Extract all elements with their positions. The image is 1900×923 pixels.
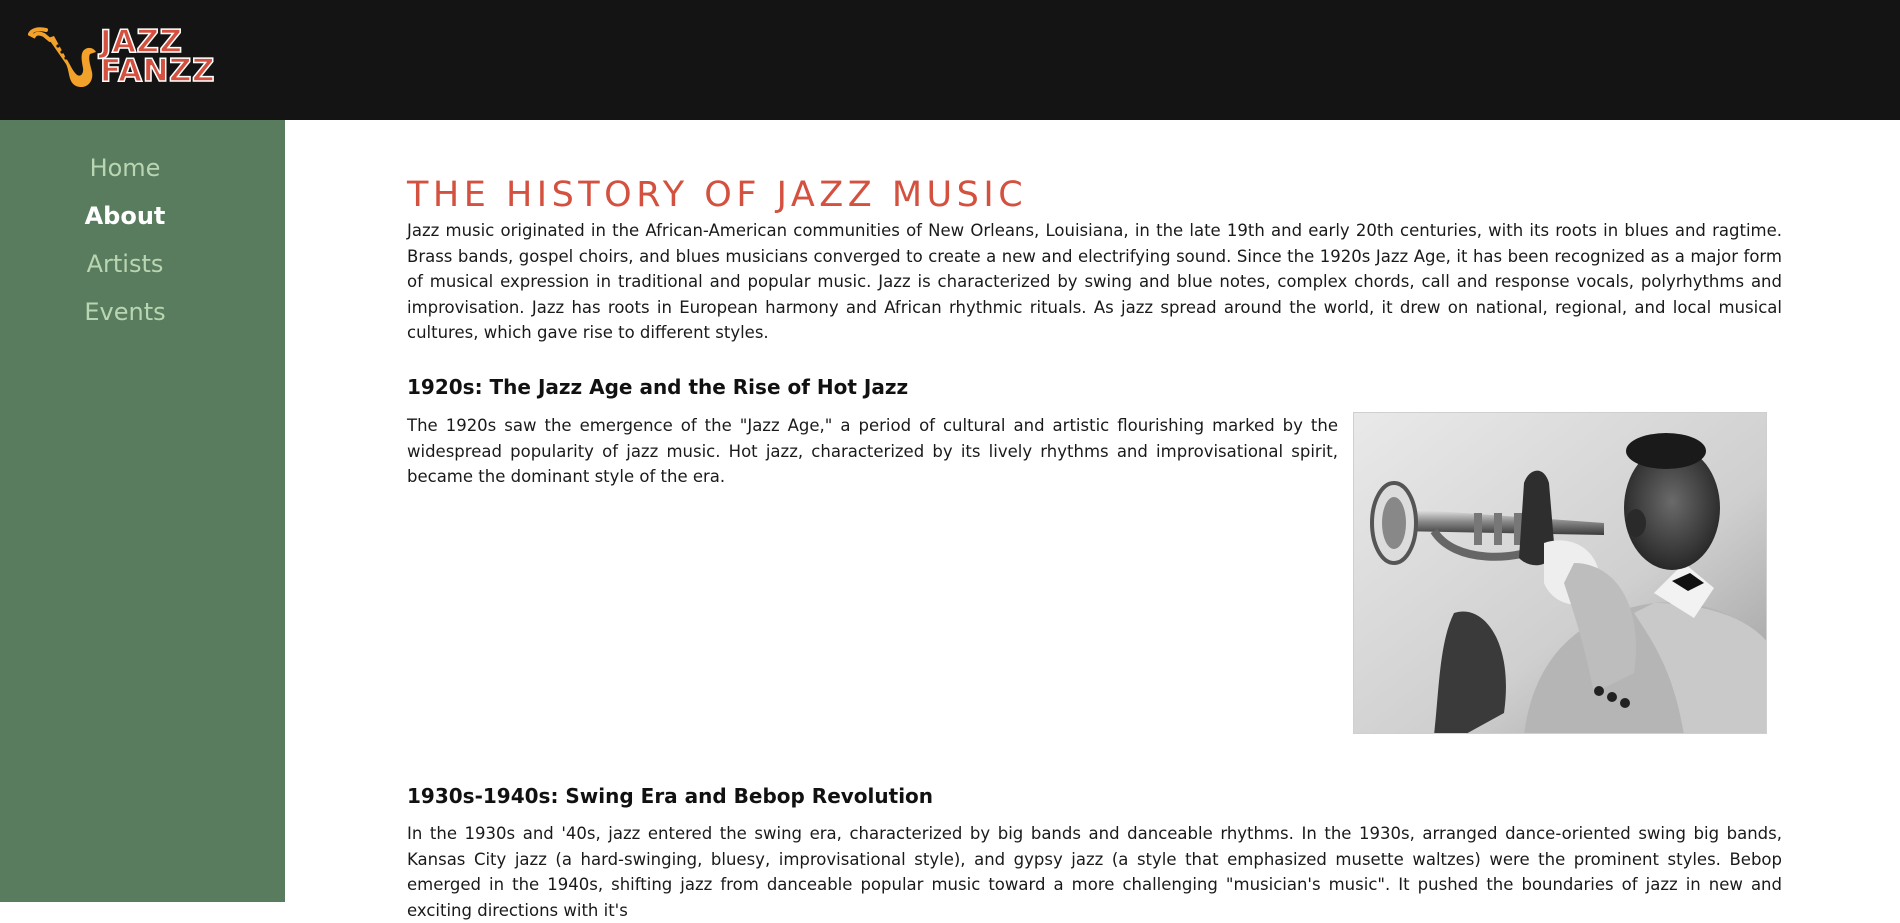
intro-paragraph: Jazz music originated in the African-Ame… [407, 221, 1782, 342]
site-logo[interactable]: JAZZ FANZZ [28, 24, 218, 92]
nav-item-home[interactable]: Home [0, 154, 250, 182]
sidebar-nav: Home About Artists Events [0, 120, 285, 902]
nav-item-events[interactable]: Events [0, 298, 250, 326]
trumpet-player-photo [1353, 412, 1767, 734]
trumpet-player-image [1354, 413, 1766, 733]
nav-item-about[interactable]: About [0, 202, 250, 230]
logo-line-2: FANZZ [99, 53, 216, 89]
nav-item-artists[interactable]: Artists [0, 250, 250, 278]
section-heading-1920s: 1920s: The Jazz Age and the Rise of Hot … [407, 375, 909, 399]
page-title: THE HISTORY OF JAZZ MUSIC [407, 175, 1028, 215]
section-text-1920s: The 1920s saw the emergence of the "Jazz… [407, 416, 1338, 486]
top-bar: JAZZ FANZZ [0, 0, 1900, 120]
logo-wordmark: JAZZ FANZZ [99, 26, 216, 89]
section-heading-1930s-1940s: 1930s-1940s: Swing Era and Bebop Revolut… [407, 784, 934, 808]
section-text-1930s-1940s: In the 1930s and '40s, jazz entered the … [407, 824, 1782, 920]
saxophone-icon [28, 27, 96, 88]
